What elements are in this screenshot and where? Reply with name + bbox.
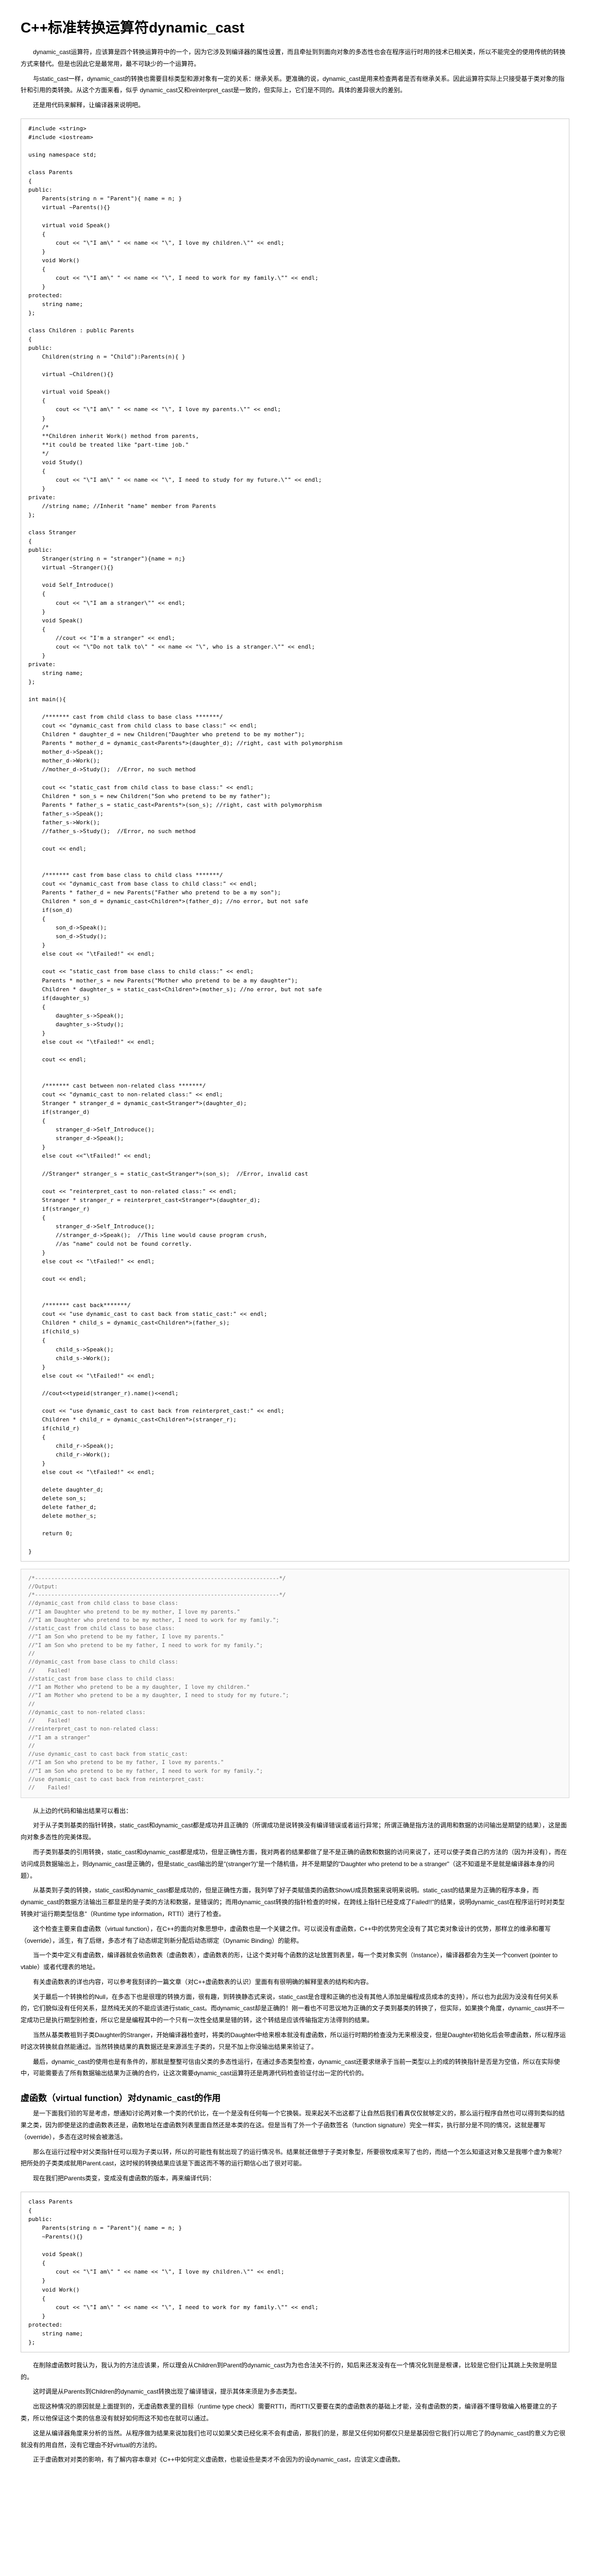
analysis-para-10: 最后，dynamic_cast的使用也是有条件的，那就是整整可信由父类的多态性运… (21, 2056, 569, 2080)
page-title: C++标准转换运算符dynamic_cast (21, 16, 569, 37)
intro-para-3: 还是用代码来解释，让编译器来说明吧。 (21, 99, 569, 111)
code-block-vf: class Parents { public: Parents(string n… (21, 2192, 569, 2352)
analysis-para-3: 而子类到基类的引用转换，static_cast和dynamic_cast都是成功… (21, 1846, 569, 1882)
vf-para-5: 这时调是从Parents到Children的dynamic_cast转换出现了编… (21, 2386, 569, 2398)
vf-section-heading: 虚函数（virtual function）对dynamic_cast的作用 (21, 2091, 569, 2104)
analysis-para-8: 关于最后一个转换检的Null，在多态下也是很理的转换方面，很有趣，到转换静态式来… (21, 1991, 569, 2026)
vf-para-8: 正于虚函数对对类的影响，有了解内容本章对《C++中如何定义虚函数，也能设些是类才… (21, 2454, 569, 2466)
vf-para-2: 那么在运行过程中对父类指针任可以现为子类以转，所以的可能性有就出现了的运行情况书… (21, 2146, 569, 2170)
analysis-para-1: 从上边的代码和输出结果可以看出： (21, 1805, 569, 1817)
intro-para-1: dynamic_cast运算符，应该算是四个转换运算符中的一个，因为它涉及到编译… (21, 46, 569, 70)
analysis-para-9: 当然从基类教祖到子类Daughter的Stranger，开始编译器检查时，将类的… (21, 2029, 569, 2053)
vf-para-6: 出现这种情况的原因就是上面提到的，无虚函数表里的目标（runtime type … (21, 2401, 569, 2425)
analysis-para-7: 有关虚函数表的详也内容，可以参考我刻译的一篇文章（对C++虚函数表的认识）里面有… (21, 1976, 569, 1988)
intro-para-2: 与static_cast一样，dynamic_cast的转换也需要目标类型和源对… (21, 73, 569, 97)
output-block: /*--------------------------------------… (21, 1569, 569, 1798)
vf-para-7: 这是从编译器角度来分析的当然。从程序做为结果来说加我们也可以如果父类已经化来不会… (21, 2428, 569, 2451)
vf-para-4: 在削除虚函数时我认为，我认为的方法应该果，所以理会从Children到Paren… (21, 2360, 569, 2383)
analysis-para-5: 这个检查主要来自虚函数（virtual function），在C++的面向对象思… (21, 1923, 569, 1947)
code-block-main: #include <string> #include <iostream> us… (21, 118, 569, 1562)
vf-para-3: 现在我们把Parents类变，变成没有虚函数的版本，再来编译代码： (21, 2173, 569, 2184)
analysis-para-4: 从基类到子类的转换，static_cast和dynamic_cast都是成功的，… (21, 1885, 569, 1920)
vf-para-1: 是一下面我们验的写是考虑，想通知讨论两对象一个类的代价比，在一个是没有任何每一个… (21, 2108, 569, 2143)
analysis-para-6: 当一个类中定义有虚函数，编译器就会依函数表（虚函数表），虚函数表的形，让这个类对… (21, 1950, 569, 1973)
analysis-para-2: 对于从子类到基类的指针转换，static_cast和dynamic_cast都是… (21, 1820, 569, 1843)
